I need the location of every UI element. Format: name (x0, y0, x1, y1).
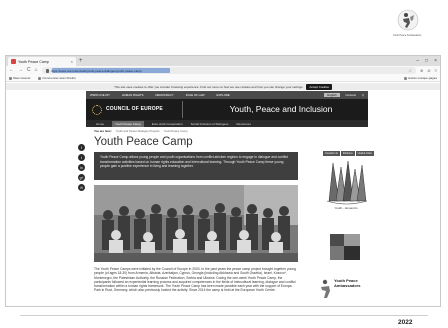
maximize-button[interactable]: □ (425, 57, 428, 65)
topnav-democracy[interactable]: DEMOCRACY (156, 93, 174, 97)
address-bar: ← → C ⌂ https://www.coe.int/en/web/youth… (6, 66, 440, 75)
youth-encounter-image[interactable]: Youth – Ecuentro (323, 157, 369, 212)
url-text: https://www.coe.int/en/web/youth-peace-d… (50, 68, 142, 73)
topnav-right: English Connect ⚲ (324, 93, 364, 97)
bookmarks-bar: Sites récents Commencer avec Firefox Aut… (6, 75, 440, 82)
new-tab-button[interactable]: + (79, 57, 83, 65)
cookie-banner: This site uses cookies to offer you a be… (6, 83, 440, 90)
ambassador-figure-icon (321, 279, 330, 298)
cookie-text: This site uses cookies to offer you a be… (114, 84, 304, 89)
linkedin-icon[interactable]: in (78, 164, 85, 171)
site-subnav: Home Youth Peace Camp Euro-Arab Cooperat… (86, 120, 368, 127)
folder-icon (404, 76, 408, 80)
header-divider (182, 101, 183, 118)
sidebar-tabs: Contact Us Partners Useful Links (323, 151, 374, 156)
topnav-explore[interactable]: EXPLORE (217, 93, 230, 97)
sidebar-tab-contact[interactable]: Contact Us (323, 151, 340, 156)
body-text: The Youth Peace Camps were initiated by … (94, 267, 296, 293)
extension-icons: ⊕ ⊘ ≡ (420, 68, 437, 73)
intro-box: Youth Peace Camp allows young people and… (94, 152, 298, 180)
bookmark-star-icon[interactable]: ☆ (408, 68, 412, 73)
breadcrumb: You are here: Youth and Peace Dialogue P… (94, 129, 188, 133)
browser-window: Youth Peace Camp × + – □ × ← → C ⌂ https… (5, 55, 441, 307)
subnav-euro-arab[interactable]: Euro-Arab Cooperation (152, 122, 183, 126)
ambassadors-text: Youth Peace Ambassadors (334, 278, 361, 288)
youth-peace-ambassadors-banner[interactable]: Youth Peace Ambassadors (319, 277, 375, 303)
slide-divider (20, 315, 428, 316)
tab-strip: Youth Peace Camp × + – □ × (6, 56, 440, 66)
topnav-human-rights[interactable]: HUMAN RIGHTS (122, 93, 144, 97)
bookmark-icon (9, 76, 12, 80)
sidebar-tab-links[interactable]: Useful Links (355, 151, 374, 156)
language-select[interactable]: English (324, 93, 340, 97)
firefox-icon (38, 76, 42, 80)
social-share-bar: f t in g+ ✉ (78, 144, 86, 194)
window-controls: – □ × (416, 57, 437, 65)
reload-button[interactable]: C (27, 68, 31, 73)
colored-blocks-image[interactable] (327, 228, 365, 266)
page-viewport: This site uses cookies to offer you a be… (6, 83, 440, 306)
other-bookmarks[interactable]: Autres marque-pages (404, 76, 437, 80)
forward-button[interactable]: → (18, 68, 23, 73)
breadcrumb-label: You are here: (94, 129, 112, 133)
twitter-icon[interactable]: t (78, 154, 85, 161)
breadcrumb-item[interactable]: Youth and Peace Dialogue Projects (116, 129, 160, 133)
search-icon[interactable]: ⚲ (362, 93, 364, 97)
subnav-home[interactable]: Home (96, 122, 104, 126)
block-icon[interactable]: ⊘ (427, 68, 430, 73)
logo-caption: Youth Peace Ambassadors (392, 34, 422, 37)
lock-icon (45, 68, 49, 73)
youth-peace-ambassadors-logo: Youth Peace Ambassadors (384, 8, 430, 44)
image-caption: Youth – Ecuentro (335, 206, 358, 210)
coe-logo-text[interactable]: COUNCIL OF EUROPE (106, 106, 163, 112)
coe-header: COUNCIL OF EUROPE Youth, Peace and Inclu… (86, 99, 368, 120)
subnav-youth-peace-camp[interactable]: Youth Peace Camp (112, 120, 144, 127)
topnav-rule-of-law[interactable]: RULE OF LAW (186, 93, 205, 97)
sidebar-tab-partners[interactable]: Partners (340, 151, 355, 156)
ambassadors-figure-icon (397, 9, 419, 31)
menu-icon[interactable]: ≡ (435, 68, 437, 73)
topnav-coe-link[interactable]: WWW.COE.INT (90, 93, 110, 97)
back-button[interactable]: ← (9, 68, 14, 73)
connect-link[interactable]: Connect (346, 93, 356, 97)
subnav-resources[interactable]: Resources (236, 122, 250, 126)
page-title: Youth Peace Camp (94, 136, 193, 148)
favicon-icon (11, 59, 16, 64)
email-icon[interactable]: ✉ (78, 184, 85, 191)
accept-cookies-button[interactable]: Accept Cookies (306, 83, 332, 90)
slide-year: 2022 (398, 319, 413, 326)
tab-title: Youth Peace Camp (18, 59, 49, 64)
group-photo (94, 185, 298, 262)
breadcrumb-item[interactable]: Youth Peace Camp (164, 129, 188, 133)
url-input[interactable]: https://www.coe.int/en/web/youth-peace-d… (41, 67, 416, 74)
coe-top-nav: WWW.COE.INT HUMAN RIGHTS DEMOCRACY RULE … (86, 91, 368, 99)
coe-stars-logo-icon[interactable] (92, 105, 102, 115)
close-window-button[interactable]: × (434, 57, 437, 65)
bookmark-recent[interactable]: Sites récents (9, 76, 30, 80)
facebook-icon[interactable]: f (78, 144, 85, 151)
home-button[interactable]: ⌂ (35, 68, 38, 73)
site-title[interactable]: Youth, Peace and Inclusion (196, 104, 366, 114)
minimize-button[interactable]: – (416, 57, 419, 65)
extension-icon[interactable]: ⊕ (420, 68, 423, 73)
bookmark-getting-started[interactable]: Commencer avec Firefox (38, 76, 76, 80)
subnav-social-inclusion[interactable]: Social Inclusion of Refugees (191, 122, 229, 126)
google-plus-icon[interactable]: g+ (78, 174, 85, 181)
browser-tab[interactable]: Youth Peace Camp × (8, 57, 76, 66)
close-tab-icon[interactable]: × (71, 59, 73, 64)
